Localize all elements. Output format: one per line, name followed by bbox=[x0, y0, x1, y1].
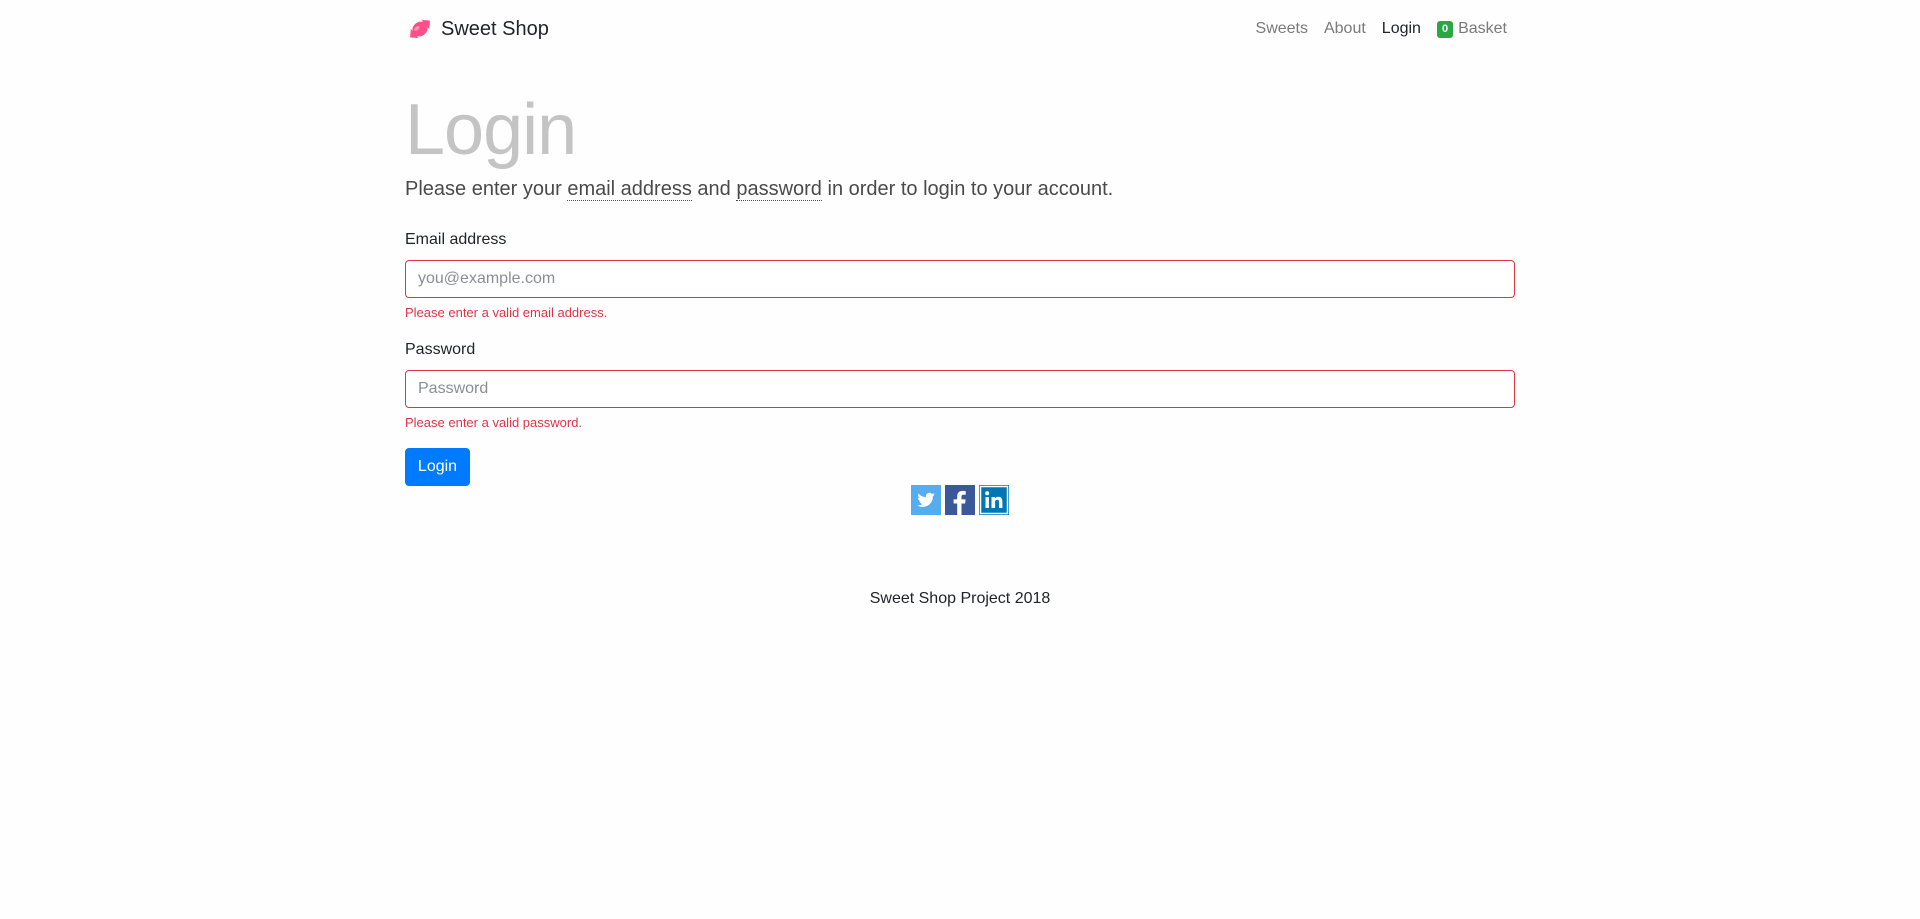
lead-email-abbr: email address bbox=[567, 178, 692, 201]
basket-count-badge: 0 bbox=[1436, 20, 1454, 38]
nav-link-login[interactable]: Login bbox=[1382, 20, 1421, 38]
basket-label: Basket bbox=[1458, 20, 1507, 37]
twitter-icon[interactable] bbox=[911, 485, 941, 515]
footer: Sweet Shop Project 2018 bbox=[869, 590, 1051, 607]
nav-link-sweets[interactable]: Sweets bbox=[1256, 20, 1308, 38]
lead-text-pre: Please enter your bbox=[405, 178, 568, 200]
email-label: Email address bbox=[405, 231, 507, 248]
password-label: Password bbox=[405, 341, 476, 358]
login-button[interactable]: Login bbox=[405, 448, 470, 486]
password-input[interactable] bbox=[405, 370, 1515, 408]
candy-icon bbox=[410, 19, 430, 39]
brand-name: Sweet Shop bbox=[441, 17, 549, 40]
lead-text-mid: and bbox=[691, 178, 737, 200]
password-error: Please enter a valid password. bbox=[405, 415, 583, 430]
page-lead: Please enter your email address and pass… bbox=[405, 178, 1113, 201]
email-error: Please enter a valid email address. bbox=[405, 305, 608, 320]
nav-link-basket[interactable]: 0 Basket bbox=[1436, 20, 1507, 38]
brand-link[interactable]: Sweet Shop bbox=[405, 14, 549, 44]
page-title: Login bbox=[405, 90, 577, 170]
nav-link-about[interactable]: About bbox=[1324, 20, 1366, 38]
facebook-icon[interactable] bbox=[945, 485, 975, 515]
lead-password-abbr: password bbox=[736, 178, 822, 201]
social-links bbox=[911, 485, 1013, 515]
nav-links: Sweets About Login 0 Basket bbox=[1240, 20, 1507, 38]
linkedin-icon[interactable] bbox=[979, 485, 1009, 515]
lead-text-post: in order to login to your account. bbox=[821, 178, 1114, 200]
email-input[interactable] bbox=[405, 260, 1515, 298]
navbar: Sweet Shop Sweets About Login 0 Basket bbox=[405, 12, 1515, 46]
